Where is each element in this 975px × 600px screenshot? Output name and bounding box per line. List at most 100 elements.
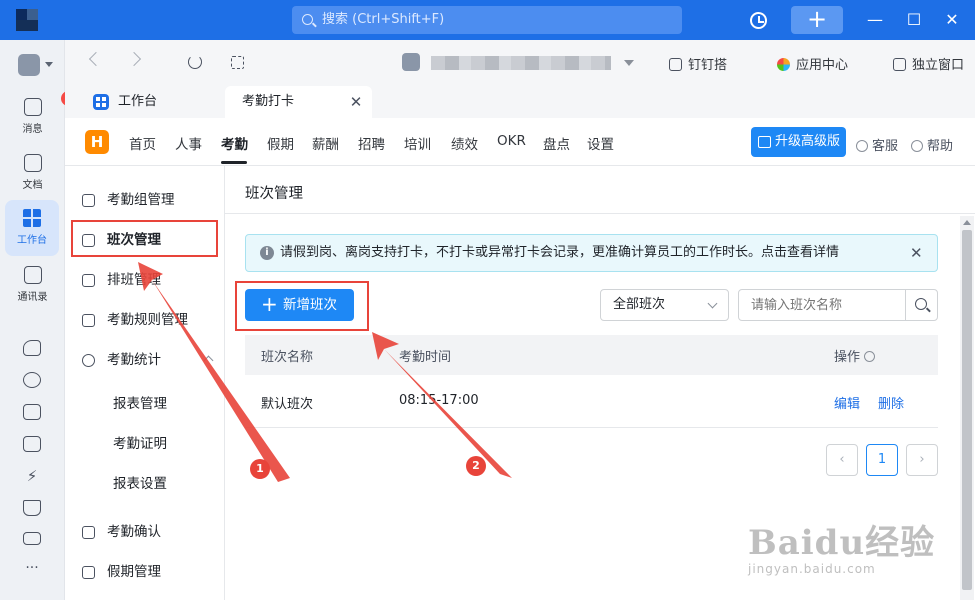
info-notice[interactable]: i 请假到岗、离岗支持打卡，不打卡或异常打卡会记录，更准确计算员工的工作时长。点… [245, 234, 938, 272]
maximize-button[interactable]: ☐ [902, 8, 926, 32]
fullscreen-icon[interactable] [231, 56, 244, 69]
annotation-marker-1: 1 [250, 459, 270, 479]
edit-link[interactable]: 编辑 [834, 393, 860, 412]
global-search-input[interactable]: 搜索 (Ctrl+Shift+F) [292, 6, 682, 34]
delete-link[interactable]: 删除 [878, 393, 904, 412]
group-icon [82, 194, 95, 207]
help-link[interactable]: 帮助 [911, 135, 953, 154]
shift-filter-select[interactable]: 全部班次 [600, 289, 729, 321]
left-rail: 3 消息 文档 工作台 通讯录 ⚡ ··· [0, 40, 76, 600]
scrollbar[interactable] [960, 216, 974, 600]
chevron-down-icon[interactable] [624, 60, 634, 66]
global-search-placeholder: 搜索 (Ctrl+Shift+F) [322, 12, 445, 27]
next-page-button[interactable]: › [906, 444, 938, 476]
back-icon[interactable] [88, 51, 104, 67]
tools-icon[interactable] [23, 500, 41, 516]
menu-recruit[interactable]: 招聘 [358, 133, 385, 153]
rail-item-label: 工作台 [17, 235, 47, 246]
new-button[interactable]: + [791, 6, 843, 34]
menu-inventory[interactable]: 盘点 [543, 133, 570, 153]
menu-leave[interactable]: 假期 [267, 133, 294, 153]
palm-tree-icon [82, 566, 95, 579]
phone-icon[interactable] [23, 340, 41, 356]
scrollbar-thumb[interactable] [962, 230, 972, 590]
browser-nav-bar: 钉钉搭 应用中心 独立窗口 [65, 40, 975, 86]
lightning-icon[interactable]: ⚡ [23, 468, 41, 484]
search-icon [302, 14, 313, 25]
column-header-actions: 操作 [834, 346, 876, 365]
tab-workbench[interactable]: 工作台 [83, 86, 233, 118]
sidebar-item-report-settings[interactable]: 报表设置 [65, 465, 225, 503]
app-header: H 首页 人事 考勤 假期 薪酬 招聘 培训 绩效 OKR 盘点 设置 升级高级… [65, 118, 975, 166]
table-header: 班次名称 考勤时间 操作 [245, 335, 938, 375]
app-logo-badge: H [85, 130, 109, 154]
annotation-marker-2: 2 [466, 456, 486, 476]
mail-icon[interactable] [23, 532, 41, 545]
sidebar-item-attendance-groups[interactable]: 考勤组管理 [65, 181, 225, 219]
sidebar-item-report-management[interactable]: 报表管理 [65, 385, 225, 423]
notice-text: 请假到岗、离岗支持打卡，不打卡或异常打卡会记录，更准确计算员工的工作时长。点击查… [280, 245, 840, 260]
more-icon[interactable]: ··· [23, 560, 41, 576]
window-icon [893, 58, 906, 71]
headset-icon [856, 140, 868, 152]
table-row: 默认班次 08:15-17:00 编辑 删除 [245, 375, 938, 428]
menu-salary[interactable]: 薪酬 [312, 133, 339, 153]
rail-item-label: 消息 [22, 124, 43, 135]
refresh-icon[interactable] [188, 55, 202, 69]
search-button[interactable] [905, 290, 937, 320]
chevron-down-icon [707, 298, 718, 309]
upgrade-button[interactable]: 升级高级版 [751, 127, 846, 157]
prev-page-button[interactable]: ‹ [826, 444, 858, 476]
sidebar-item-confirmation[interactable]: 考勤确认 [65, 513, 225, 551]
annotation-box-shift-management [71, 220, 218, 257]
page-title: 班次管理 [245, 186, 303, 202]
sidebar-item-scheduling[interactable]: 排班管理 [65, 261, 225, 299]
watermark-url: jingyan.baidu.com [748, 562, 876, 576]
rail-item-contacts[interactable]: 通讯录 [0, 266, 65, 303]
menu-personnel[interactable]: 人事 [175, 133, 202, 153]
contacts-icon [23, 266, 42, 284]
menu-attendance[interactable]: 考勤 [221, 133, 248, 153]
menu-performance[interactable]: 绩效 [451, 133, 478, 153]
menu-settings[interactable]: 设置 [587, 133, 614, 153]
close-window-button[interactable]: ✕ [940, 8, 964, 32]
workbench-icon [93, 94, 109, 110]
close-icon[interactable]: ✕ [348, 94, 364, 110]
divider [225, 213, 975, 214]
rail-item-workbench[interactable]: 工作台 [5, 200, 59, 256]
menu-training[interactable]: 培训 [404, 133, 431, 153]
close-icon[interactable]: ✕ [910, 235, 923, 271]
info-icon[interactable] [864, 351, 876, 362]
calendar-icon[interactable] [23, 404, 41, 420]
app-center-link[interactable]: 应用中心 [777, 54, 848, 73]
sidebar-item-rules[interactable]: 考勤规则管理 [65, 301, 225, 339]
minimize-button[interactable]: — [863, 8, 887, 32]
sidebar-item-statistics[interactable]: 考勤统计 [65, 341, 225, 379]
sidebar-item-attendance-proof[interactable]: 考勤证明 [65, 425, 225, 463]
org-switch-icon[interactable] [18, 54, 40, 76]
shop-icon [758, 136, 771, 148]
sidebar-item-leave-management[interactable]: 假期管理 [65, 553, 225, 591]
shift-name: 默认班次 [261, 397, 314, 412]
column-header-time: 考勤时间 [399, 350, 452, 365]
chevron-down-icon[interactable] [45, 62, 53, 67]
customer-service-link[interactable]: 客服 [856, 135, 898, 154]
active-menu-indicator [221, 161, 247, 164]
calendar-icon [82, 274, 95, 287]
blurred-org-name [431, 56, 611, 70]
tab-bar: 工作台 考勤打卡 ✕ [65, 86, 975, 118]
history-icon[interactable] [750, 12, 767, 29]
cloud-icon[interactable] [23, 372, 41, 388]
chevron-up-icon [203, 355, 214, 366]
checklist-icon[interactable] [23, 436, 41, 452]
menu-home[interactable]: 首页 [129, 133, 156, 153]
menu-okr[interactable]: OKR [497, 133, 526, 149]
rail-item-messages[interactable]: 3 消息 [0, 91, 76, 135]
forward-icon[interactable] [126, 51, 142, 67]
page-1-button[interactable]: 1 [866, 444, 898, 476]
rail-item-docs[interactable]: 文档 [0, 154, 65, 191]
standalone-window-link[interactable]: 独立窗口 [893, 54, 964, 73]
document-icon [23, 154, 42, 172]
scroll-up-icon[interactable] [963, 220, 971, 225]
dingda-link[interactable]: 钉钉搭 [669, 54, 727, 73]
